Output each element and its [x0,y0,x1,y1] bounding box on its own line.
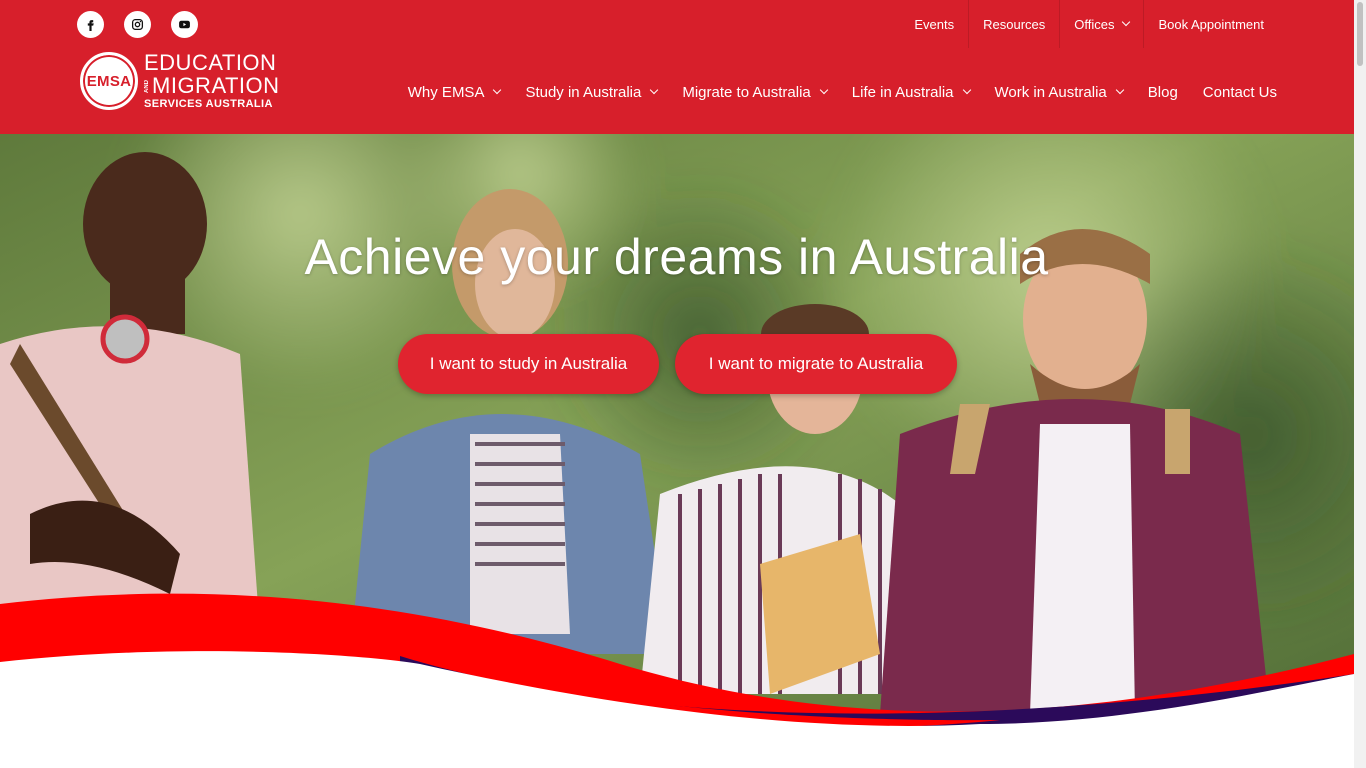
topnav-book-appointment[interactable]: Book Appointment [1143,0,1278,48]
chevron-down-icon [493,85,502,95]
nav-why-emsa[interactable]: Why EMSA [408,84,502,101]
chevron-down-icon [962,85,971,95]
nav-blog[interactable]: Blog [1148,84,1178,101]
instagram-icon [131,18,144,31]
chevron-down-icon [1122,17,1131,27]
nav-contact-us[interactable]: Contact Us [1203,84,1277,101]
logo-wordmark: EDUCATION AND MIGRATION SERVICES AUSTRAL… [144,50,280,110]
youtube-link[interactable] [171,11,198,38]
scrollbar-thumb[interactable] [1357,2,1363,66]
nav-study-in-australia[interactable]: Study in Australia [525,84,659,101]
site-header: Events Resources Offices Book Appointmen… [0,0,1354,134]
facebook-icon [87,20,94,31]
page-scrollbar[interactable] [1354,0,1366,768]
topnav-events[interactable]: Events [900,0,968,48]
chevron-down-icon [819,85,829,95]
nav-work-in-australia[interactable]: Work in Australia [995,84,1125,101]
topnav-resources[interactable]: Resources [968,0,1059,48]
hero-section: Achieve your dreams in Australia I want … [0,134,1354,768]
logo-badge: EMSA [80,52,138,110]
social-links [77,11,198,38]
nav-migrate-to-australia[interactable]: Migrate to Australia [682,84,829,101]
nav-life-in-australia[interactable]: Life in Australia [852,84,971,101]
hero-wave-divider [0,593,1354,768]
topnav-offices[interactable]: Offices [1059,0,1143,48]
chevron-down-icon [650,85,659,95]
top-nav: Events Resources Offices Book Appointmen… [900,0,1278,48]
chevron-down-icon [1115,85,1125,95]
site-logo[interactable]: EMSA EDUCATION AND MIGRATION SERVICES AU… [80,50,280,112]
instagram-link[interactable] [124,11,151,38]
youtube-icon [179,20,190,29]
main-nav: Why EMSA Study in Australia Migrate to A… [383,72,1277,112]
facebook-link[interactable] [77,11,104,38]
